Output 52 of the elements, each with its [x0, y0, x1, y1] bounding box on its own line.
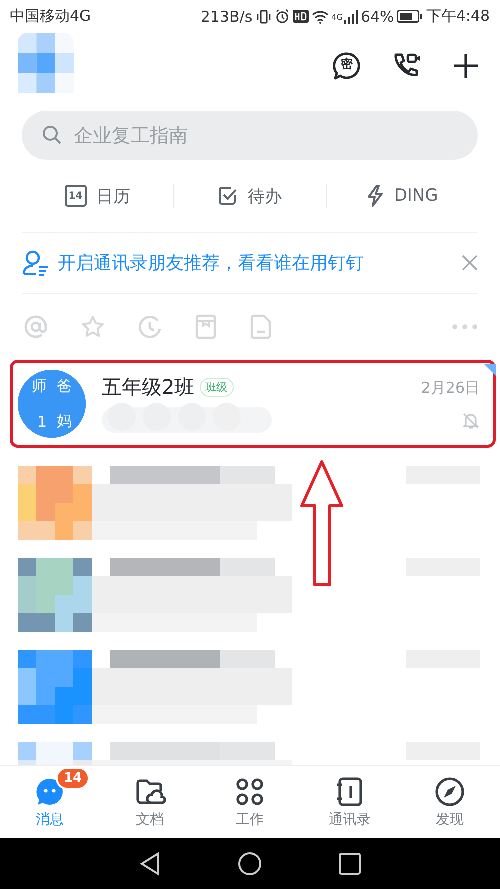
nav-tab[interactable]: 通讯录: [300, 766, 400, 838]
nav-tab[interactable]: 文档: [100, 766, 200, 838]
battery-icon: [397, 10, 424, 23]
clock-icon[interactable]: [138, 315, 162, 339]
avatar-text: 爸: [53, 370, 86, 403]
bookmark-icon[interactable]: [195, 314, 217, 340]
recent-apps-icon[interactable]: [339, 852, 362, 874]
grid-icon: [235, 777, 265, 807]
hd-icon: [292, 10, 309, 23]
banner-text[interactable]: 开启通讯录朋友推荐，看看谁在用钉钉: [58, 251, 454, 275]
chat-date: 2月26日: [421, 378, 480, 398]
mention-icon[interactable]: [24, 315, 48, 339]
secret-chat-icon[interactable]: 密: [332, 51, 362, 81]
network-speed: 213B/s: [200, 8, 253, 26]
nav-tab[interactable]: 14 消息: [0, 766, 100, 838]
nav-tab[interactable]: 发现: [400, 766, 500, 838]
avatar-text: 1: [18, 405, 51, 438]
close-icon[interactable]: [462, 255, 478, 271]
unread-badge: 14: [56, 767, 90, 790]
contact-icon: [22, 250, 50, 276]
shortcut-button[interactable]: 14 日历: [22, 184, 174, 208]
search-icon: [42, 125, 62, 145]
more-icon[interactable]: [452, 324, 478, 330]
chat-icon: [34, 776, 66, 808]
avatar-text: 妈: [53, 405, 86, 438]
signal-icon: [344, 10, 358, 24]
alarm-icon: [274, 9, 290, 24]
avatar-text: 师: [18, 370, 51, 403]
shortcut-button[interactable]: DING: [326, 185, 478, 207]
search-field[interactable]: 企业复工指南: [22, 111, 478, 160]
compass-icon: [434, 776, 466, 808]
nav-tab[interactable]: 工作: [200, 766, 300, 838]
arrow-icon: [298, 460, 346, 588]
battery-percent: 64%: [360, 8, 394, 26]
add-icon[interactable]: [452, 52, 480, 80]
checkbox-icon: [218, 186, 238, 206]
carrier-text: 中国移动4G: [10, 7, 92, 26]
back-icon[interactable]: [138, 852, 161, 876]
document-icon[interactable]: [250, 314, 272, 340]
chat-item[interactable]: 师 爸 1 妈 五年级2班 班级 2月26日: [14, 360, 496, 448]
network-type: 4G: [332, 13, 343, 22]
shortcut-button[interactable]: 待办: [174, 184, 326, 208]
address-book-icon: [335, 776, 365, 808]
group-tag: 班级: [200, 378, 234, 396]
home-icon[interactable]: [238, 852, 262, 876]
chat-name: 五年级2班: [102, 374, 195, 400]
calendar-icon: 14: [64, 185, 87, 207]
clock-time: 下午4:48: [426, 7, 490, 26]
wifi-icon: [312, 10, 329, 24]
vibrate-icon: [256, 8, 272, 24]
star-icon[interactable]: [81, 315, 105, 339]
lightning-icon: [366, 185, 384, 207]
